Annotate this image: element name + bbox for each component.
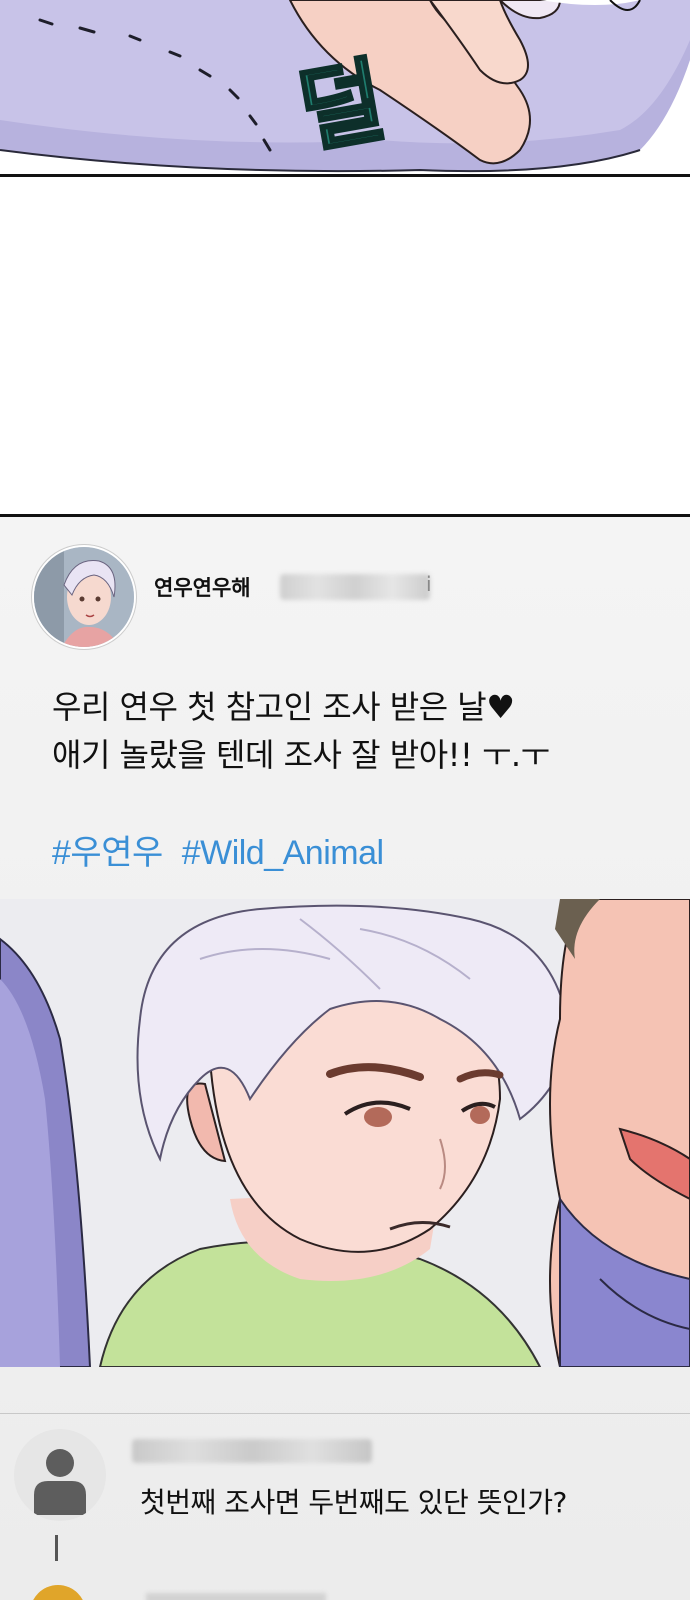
comment-separator: [0, 1413, 690, 1414]
post-hashtags: #우연우 #Wild_Animal: [52, 825, 394, 874]
post-line-1: 우리 연우 첫 참고인 조사 받은 날♥: [52, 688, 515, 726]
poster-avatar[interactable]: [32, 545, 136, 649]
reply-thread-line: [55, 1535, 58, 1561]
commenter-avatar[interactable]: [14, 1429, 106, 1521]
post-line-2: 애기 놀랐을 텐데 조사 잘 받아!! ㅜ.ㅜ: [52, 736, 550, 774]
hand-illustration: 덜: [0, 0, 690, 173]
hashtag-link[interactable]: #Wild_Animal: [182, 834, 384, 872]
poster-handle-blurred: [280, 574, 430, 600]
default-user-icon: [34, 1449, 86, 1515]
poster-username[interactable]: 연우연우해: [154, 572, 251, 602]
comment-text: 첫번째 조사면 두번째도 있단 뜻인가?: [140, 1486, 567, 1519]
social-post-card: 연우연우해 i 우리 연우 첫 참고인 조사 받은 날♥ 애기 놀랐을 텐데 조…: [0, 517, 690, 1600]
next-commenter-avatar[interactable]: [30, 1585, 86, 1600]
next-commenter-name-blurred: [146, 1593, 326, 1600]
commenter-name-blurred: [132, 1439, 372, 1463]
top-comic-panel: 덜: [0, 0, 690, 176]
post-body: 우리 연우 첫 참고인 조사 받은 날♥ 애기 놀랐을 텐데 조사 잘 받아!!…: [52, 683, 550, 779]
panel-divider-top: [0, 174, 690, 177]
poster-handle-tail: i: [426, 572, 432, 596]
hashtag-link[interactable]: #우연우: [52, 834, 163, 872]
post-photo[interactable]: [0, 899, 690, 1367]
